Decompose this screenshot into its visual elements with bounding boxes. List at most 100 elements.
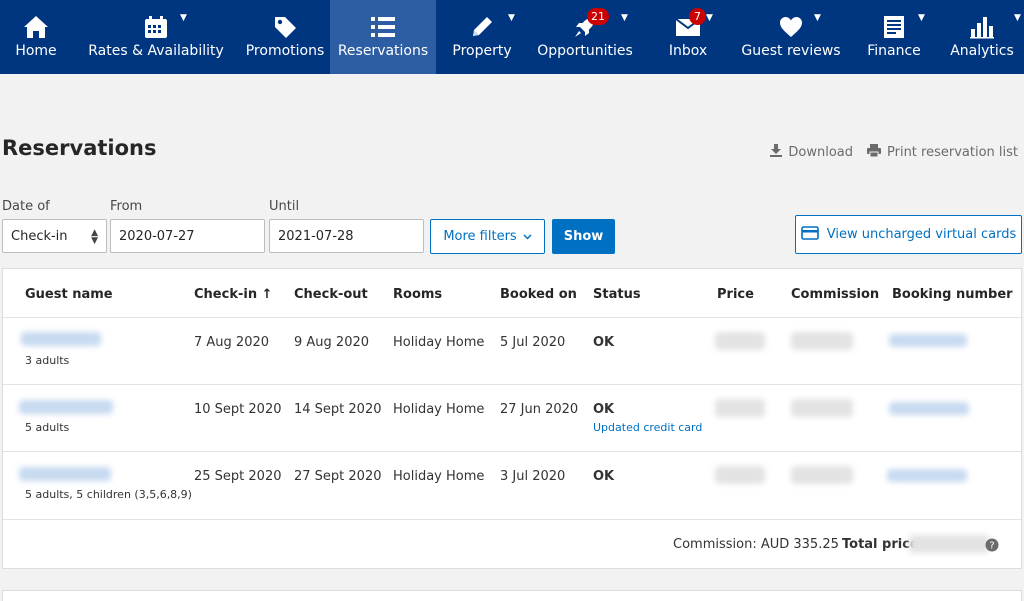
- heart-icon: [779, 14, 803, 40]
- booking-number-redacted[interactable]: [887, 469, 967, 482]
- calendar-icon: [144, 14, 168, 40]
- status-badge: OK: [593, 335, 615, 350]
- check-out-date: 27 Sept 2020: [294, 469, 382, 484]
- print-list-link[interactable]: Print reservation list: [867, 144, 1018, 161]
- total-price-redacted: [909, 535, 989, 553]
- nav-label: Inbox: [668, 43, 708, 59]
- commission-total: Commission: AUD 335.25: [673, 537, 839, 552]
- home-icon: [23, 14, 49, 40]
- column-header-booked-on[interactable]: Booked on: [500, 287, 577, 302]
- rocket-icon: 21: [573, 8, 609, 40]
- nav-item-finance[interactable]: ▼ Finance: [848, 0, 940, 74]
- room-type: Holiday Home: [393, 469, 485, 484]
- nav-item-property[interactable]: ▼ Property: [436, 0, 528, 74]
- nav-item-opportunities[interactable]: 21 ▼ Opportunities: [528, 0, 642, 74]
- commission-redacted: [791, 466, 853, 484]
- nav-item-inbox[interactable]: 7 ▼ Inbox: [642, 0, 734, 74]
- pencil-icon: [470, 14, 494, 40]
- nav-label: Rates & Availability: [88, 43, 224, 59]
- updated-credit-card-link[interactable]: Updated credit card: [593, 421, 702, 434]
- notification-badge: 21: [587, 8, 609, 25]
- guest-name-redacted[interactable]: [19, 400, 113, 414]
- check-out-date: 14 Sept 2020: [294, 402, 382, 417]
- select-arrows-icon: ▲ ▼: [91, 228, 98, 246]
- download-icon: [770, 144, 783, 161]
- status-badge: OK: [593, 402, 615, 417]
- nav-label: Property: [452, 43, 512, 59]
- nav-label: Guest reviews: [741, 43, 841, 59]
- chevron-down-icon: ▼: [918, 13, 925, 23]
- download-label: Download: [788, 145, 853, 160]
- check-out-date: 9 Aug 2020: [294, 335, 370, 350]
- info-icon[interactable]: ?: [985, 537, 999, 556]
- column-header-rooms[interactable]: Rooms: [393, 287, 442, 302]
- printer-icon: [867, 144, 881, 161]
- next-section-card: [2, 590, 1022, 601]
- booking-number-redacted[interactable]: [889, 402, 969, 415]
- chevron-down-icon: ▼: [621, 13, 628, 23]
- envelope-icon: 7: [675, 8, 706, 40]
- list-icon: [370, 14, 396, 40]
- until-date-value: 2021-07-28: [278, 228, 354, 244]
- status-badge: OK: [593, 469, 615, 484]
- bar-chart-icon: [969, 14, 995, 40]
- table-row[interactable]: 5 adults, 5 children (3,5,6,8,9) 25 Sept…: [3, 451, 1021, 518]
- until-label: Until: [269, 199, 300, 214]
- more-filters-button[interactable]: More filters: [430, 219, 545, 254]
- nav-item-analytics[interactable]: ▼ Analytics: [940, 0, 1024, 74]
- reservations-table: Guest name Check-in ↑ Check-out Rooms Bo…: [2, 268, 1022, 569]
- date-of-select[interactable]: Check-in ▲ ▼: [2, 219, 107, 253]
- chevron-down-icon: ▼: [814, 13, 821, 23]
- chevron-down-icon: ▼: [1014, 13, 1021, 23]
- column-header-guest-name[interactable]: Guest name: [25, 287, 113, 302]
- nav-label: Home: [15, 43, 57, 59]
- commission-redacted: [791, 399, 853, 417]
- chevron-down-icon: [523, 229, 532, 244]
- nav-item-home[interactable]: Home: [0, 0, 72, 74]
- price-redacted: [715, 466, 765, 484]
- date-of-label: Date of: [2, 199, 50, 214]
- chevron-down-icon: ▼: [706, 13, 713, 23]
- until-date-input[interactable]: 2021-07-28: [269, 219, 424, 253]
- check-in-date: 25 Sept 2020: [194, 469, 282, 484]
- price-redacted: [715, 332, 765, 350]
- show-button[interactable]: Show: [552, 219, 615, 254]
- price-redacted: [715, 399, 765, 417]
- top-navigation: Home ▼ Rates & Availability Promotions R…: [0, 0, 1024, 74]
- view-virtual-cards-label: View uncharged virtual cards: [826, 227, 1017, 242]
- table-footer: Commission: AUD 335.25 Total price ?: [3, 519, 1021, 569]
- from-date-input[interactable]: 2020-07-27: [110, 219, 265, 253]
- more-filters-label: More filters: [443, 229, 517, 244]
- booking-number-redacted[interactable]: [889, 334, 967, 347]
- chevron-down-icon: ▼: [508, 13, 515, 23]
- check-in-date: 7 Aug 2020: [194, 335, 270, 350]
- document-icon: [883, 14, 905, 40]
- column-header-booking-number[interactable]: Booking number: [892, 287, 1013, 302]
- from-label: From: [110, 199, 143, 214]
- table-row[interactable]: 3 adults 7 Aug 2020 9 Aug 2020 Holiday H…: [3, 317, 1021, 384]
- download-link[interactable]: Download: [770, 144, 853, 161]
- guest-count: 5 adults: [25, 421, 70, 434]
- guest-count: 5 adults, 5 children (3,5,6,8,9): [25, 488, 192, 501]
- column-header-price[interactable]: Price: [717, 287, 754, 302]
- booked-on-date: 27 Jun 2020: [500, 402, 579, 417]
- column-header-commission[interactable]: Commission: [791, 287, 879, 302]
- date-of-value: Check-in: [11, 228, 68, 244]
- nav-item-reservations[interactable]: Reservations: [330, 0, 436, 74]
- column-header-check-out[interactable]: Check-out: [294, 287, 368, 302]
- total-price-label: Total price: [842, 537, 919, 552]
- view-virtual-cards-button[interactable]: View uncharged virtual cards: [795, 215, 1022, 254]
- guest-name-redacted[interactable]: [21, 332, 101, 346]
- nav-item-promotions[interactable]: Promotions: [240, 0, 330, 74]
- column-header-check-in[interactable]: Check-in ↑: [194, 287, 273, 302]
- guest-name-redacted[interactable]: [19, 467, 111, 481]
- booked-on-date: 5 Jul 2020: [500, 335, 566, 350]
- guest-count: 3 adults: [25, 354, 70, 367]
- nav-item-rates-availability[interactable]: ▼ Rates & Availability: [72, 0, 240, 74]
- nav-label: Promotions: [245, 43, 325, 59]
- page-title: Reservations: [2, 136, 157, 160]
- nav-item-guest-reviews[interactable]: ▼ Guest reviews: [734, 0, 848, 74]
- table-row[interactable]: 5 adults 10 Sept 2020 14 Sept 2020 Holid…: [3, 384, 1021, 451]
- nav-label: Opportunities: [537, 43, 633, 59]
- column-header-status[interactable]: Status: [593, 287, 641, 302]
